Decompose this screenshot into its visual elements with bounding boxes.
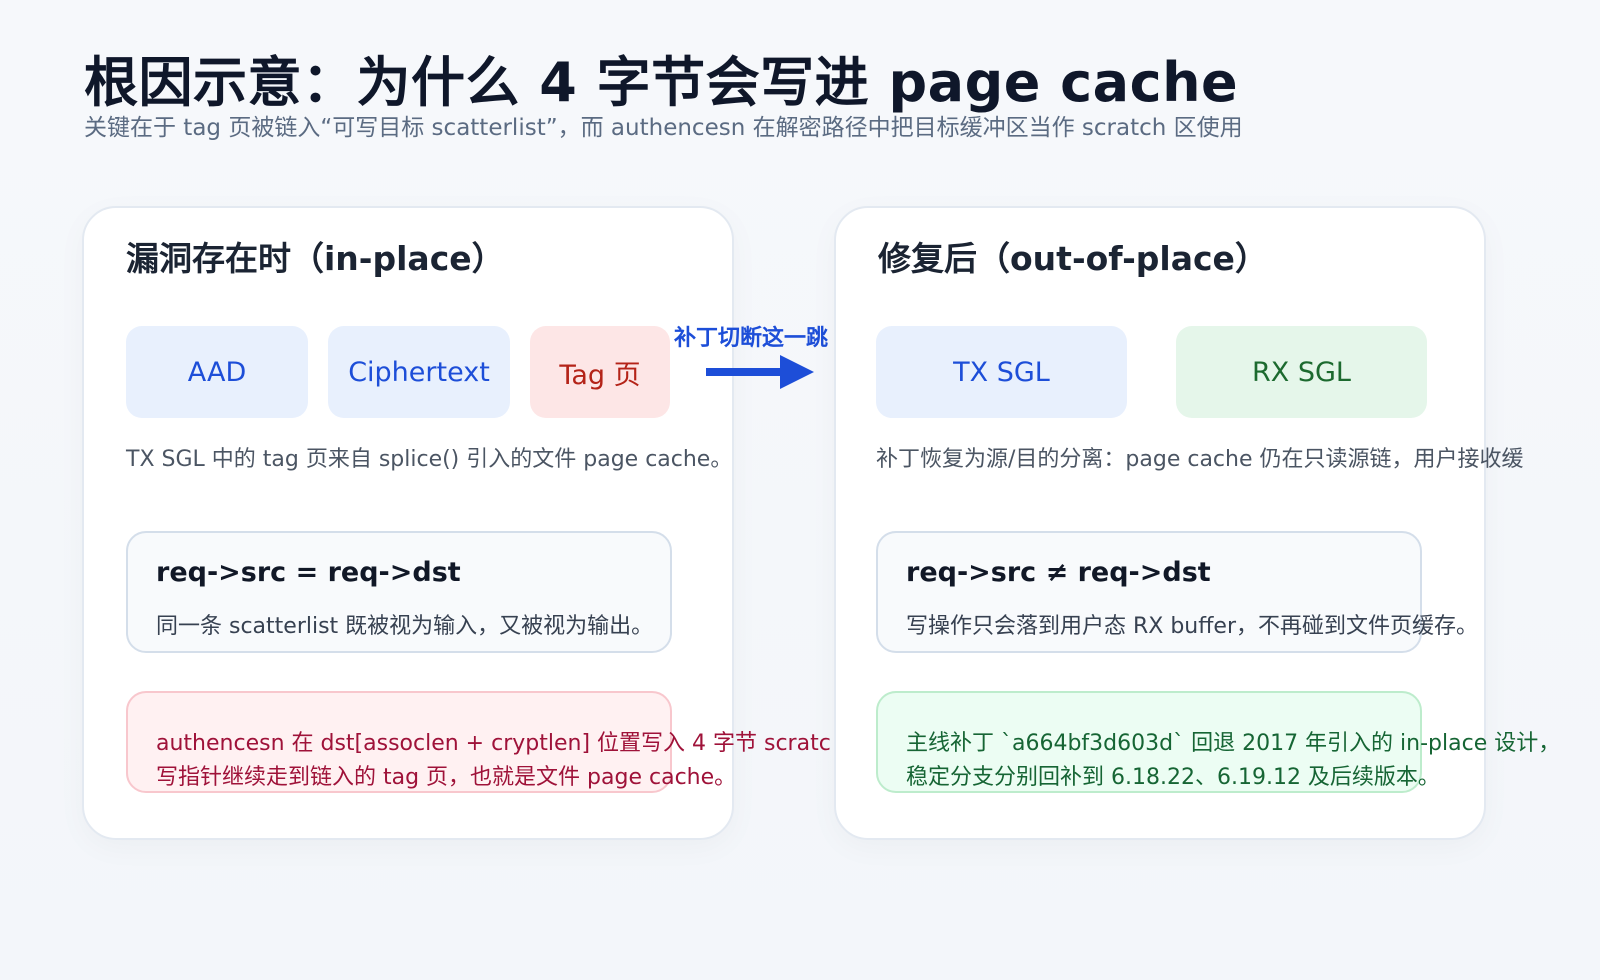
fixed-formula: req->src ≠ req->dst [906,557,1211,588]
vulnerable-formula-box: req->src = req->dst 同一条 scatterlist 既被视为… [126,531,672,653]
fixed-success-note: 主线补丁 `a664bf3d603d` 回退 2017 年引入的 in-plac… [876,691,1560,793]
rx-sgl-chip: RX SGL [1176,326,1427,418]
ciphertext-chip: Ciphertext [328,326,510,418]
fixed-formula-note: 写操作只会落到用户态 RX buffer，不再碰到文件页缓存。 [906,614,1478,639]
right-arrow-icon [706,355,814,389]
fixed-caption: 补丁恢复为源/目的分离：page cache 仍在只读源链，用户接收缓 [876,447,1524,472]
fixed-formula-box: req->src ≠ req->dst 写操作只会落到用户态 RX buffer… [876,531,1478,653]
vulnerable-formula-note: 同一条 scatterlist 既被视为输入，又被视为输出。 [156,614,654,639]
aad-chip: AAD [126,326,308,418]
vulnerable-formula: req->src = req->dst [156,557,461,588]
fixed-success-line-2: 稳定分支分别回补到 6.18.22、6.19.12 及后续版本。 [906,765,1440,790]
fixed-success-line-1: 主线补丁 `a664bf3d603d` 回退 2017 年引入的 in-plac… [906,731,1561,756]
page-title: 根因示意：为什么 4 字节会写进 page cache [84,51,1239,114]
fixed-success-text: 主线补丁 `a664bf3d603d` 回退 2017 年引入的 in-plac… [906,727,1560,795]
vulnerable-warning-text: authencesn 在 dst[assoclen + cryptlen] 位置… [156,727,831,795]
vulnerable-warning-line-1: authencesn 在 dst[assoclen + cryptlen] 位置… [156,731,831,756]
tx-sgl-chip: TX SGL [876,326,1127,418]
vulnerable-panel-title: 漏洞存在时（in-place） [126,239,505,278]
patch-bridge-label: 补丁切断这一跳 [674,326,829,351]
fixed-panel-title: 修复后（out-of-place） [878,239,1268,278]
tag-page-chip: Tag 页 [530,326,670,418]
vulnerable-caption: TX SGL 中的 tag 页来自 splice() 引入的文件 page ca… [126,447,733,472]
page-subtitle: 关键在于 tag 页被链入“可写目标 scatterlist”，而 authen… [84,115,1243,141]
vulnerable-warning-note: authencesn 在 dst[assoclen + cryptlen] 位置… [126,691,831,793]
vulnerable-warning-line-2: 写指针继续走到链入的 tag 页，也就是文件 page cache。 [156,765,737,790]
